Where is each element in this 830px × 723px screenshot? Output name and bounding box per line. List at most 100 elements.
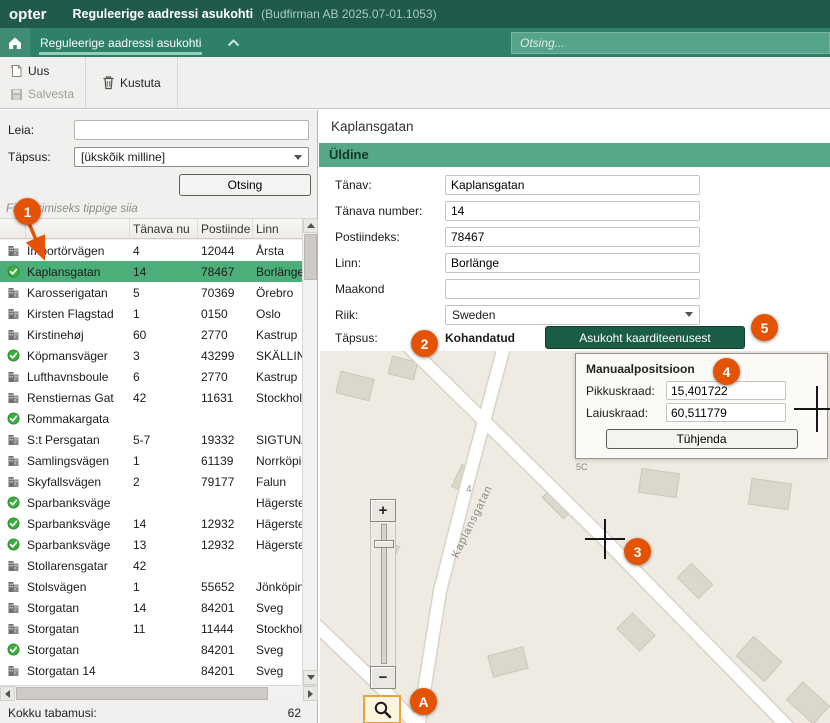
cell-street: Storgatan: [26, 622, 130, 636]
precision-filter-select[interactable]: [ükskõik milline]: [74, 147, 309, 167]
cell-city: Hägerste: [253, 517, 303, 531]
table-row[interactable]: Karosserigatan570369Örebro: [0, 282, 303, 303]
cell-street: Kirstinehøj: [26, 328, 130, 342]
scroll-right-icon: [308, 690, 313, 698]
cell-street: Storgatan: [26, 601, 130, 615]
cell-city: Borlänge: [253, 265, 303, 279]
delete-button[interactable]: Kustuta: [98, 72, 165, 94]
search-button[interactable]: Otsing: [179, 174, 311, 196]
street-input[interactable]: [445, 175, 700, 195]
magnifier-button[interactable]: [363, 695, 401, 723]
cell-street: Sparbanksväge: [26, 496, 130, 510]
scroll-down-icon: [307, 675, 315, 680]
cell-postal-code: 12044: [198, 244, 253, 258]
table-row[interactable]: Sparbanksväge1312932Hägerste: [0, 534, 303, 555]
map-text-fragment: 5C: [576, 462, 588, 472]
scroll-up-button[interactable]: [303, 218, 318, 233]
building-icon: [0, 286, 26, 299]
col-postal-code[interactable]: Postiinde: [198, 219, 253, 238]
horizontal-scrollbar-thumb[interactable]: [16, 687, 268, 700]
clear-button[interactable]: Tühjenda: [606, 429, 798, 449]
zoom-in-button[interactable]: +: [370, 499, 396, 522]
table-row[interactable]: Köpmansväger343299SKÄLLIN: [0, 345, 303, 366]
building-icon: [0, 622, 26, 635]
longitude-row: Pikkuskraad:: [586, 381, 817, 400]
cell-street-number: 14: [130, 601, 198, 615]
plus-icon: +: [379, 502, 388, 519]
annotation-2: 2: [411, 330, 438, 357]
table-row[interactable]: Rommakargata: [0, 408, 303, 429]
county-label: Maakond: [335, 282, 445, 296]
delete-button-label: Kustuta: [120, 76, 161, 90]
toolbar: Uus Salvesta Kustuta: [0, 57, 830, 109]
table-horizontal-scrollbar[interactable]: [0, 685, 318, 700]
city-input[interactable]: [445, 253, 700, 273]
cell-city: Sveg: [253, 643, 303, 657]
cell-postal-code: 78467: [198, 265, 253, 279]
cell-street-number: 14: [130, 517, 198, 531]
country-select[interactable]: Sweden: [445, 305, 700, 325]
latitude-input[interactable]: [666, 403, 786, 422]
table-row[interactable]: S:t Persgatan5-719332SIGTUNA: [0, 429, 303, 450]
titlebar: opter Reguleerige aadressi asukohti (Bud…: [0, 0, 830, 28]
cell-street: Samlingsvägen: [26, 454, 130, 468]
save-button[interactable]: Salvesta: [6, 83, 79, 105]
geocoded-check-icon: [0, 517, 26, 530]
country-value: Sweden: [452, 308, 495, 322]
cell-postal-code: 84201: [198, 601, 253, 615]
cell-postal-code: 19332: [198, 433, 253, 447]
table-row[interactable]: Storgatan84201Sveg: [0, 639, 303, 660]
city-label: Linn:: [335, 256, 445, 270]
table-row[interactable]: Renstiernas Gat4211631Stockhol: [0, 387, 303, 408]
table-row[interactable]: Storgatan 1484201Sveg: [0, 660, 303, 681]
table-row[interactable]: Sparbanksväge1412932Hägerste: [0, 513, 303, 534]
postal-input[interactable]: [445, 227, 700, 247]
table-row[interactable]: Skyfallsvägen279177Falun: [0, 471, 303, 492]
table-row[interactable]: Storgatan1111444Stockhol: [0, 618, 303, 639]
table-row[interactable]: Storgatan1484201Sveg: [0, 597, 303, 618]
field-row-postal: Postiindeks:: [335, 226, 820, 247]
cell-street-number: 2: [130, 475, 198, 489]
building-icon: [0, 307, 26, 320]
zoom-slider[interactable]: [370, 522, 396, 666]
county-input[interactable]: [445, 279, 700, 299]
home-button[interactable]: [0, 28, 30, 57]
scroll-left-button[interactable]: [0, 686, 15, 701]
global-search-input[interactable]: [511, 32, 830, 54]
building-icon: [0, 391, 26, 404]
zoom-control: + −: [370, 499, 396, 689]
cell-street-number: 5-7: [130, 433, 198, 447]
cell-street: Lufthavnsboule: [26, 370, 130, 384]
zoom-out-button[interactable]: −: [370, 666, 396, 689]
zoom-slider-handle[interactable]: [374, 540, 394, 548]
chevron-up-icon[interactable]: [227, 39, 240, 47]
building-icon: [0, 454, 26, 467]
window-subtitle: (Budfirman AB 2025.07-01.1053): [261, 7, 436, 21]
table-row[interactable]: Stollarensgatar42: [0, 555, 303, 576]
cell-city: Örebro: [253, 286, 303, 300]
map-service-button[interactable]: Asukoht kaarditeenusest: [545, 326, 745, 349]
table-row[interactable]: Lufthavnsboule62770Kastrup: [0, 366, 303, 387]
col-street-number[interactable]: Tänava nu: [130, 219, 198, 238]
tab-label: Reguleerige aadressi asukohti: [40, 36, 201, 50]
total-hits-label: Kokku tabamusi:: [8, 706, 97, 720]
vertical-scrollbar-thumb[interactable]: [304, 234, 317, 280]
table-row[interactable]: SparbanksvägeHägerste: [0, 492, 303, 513]
tab-reguleerige-aadressi-asukohti[interactable]: Reguleerige aadressi asukohti: [30, 28, 211, 57]
scroll-down-button[interactable]: [303, 670, 318, 685]
table-row[interactable]: Stolsvägen155652Jönköpin: [0, 576, 303, 597]
new-button[interactable]: Uus: [6, 60, 79, 82]
table-row[interactable]: Kirstinehøj602770Kastrup: [0, 324, 303, 345]
cell-street: Skyfallsvägen: [26, 475, 130, 489]
manual-position-title: Manuaalpositsioon: [586, 362, 827, 376]
table-row[interactable]: Kirsten Flagstad10150Oslo: [0, 303, 303, 324]
table-row[interactable]: Samlingsvägen161139Norrköpi: [0, 450, 303, 471]
scroll-left-icon: [5, 690, 10, 698]
scroll-right-button[interactable]: [303, 686, 318, 701]
find-input[interactable]: [74, 120, 309, 140]
cell-street-number: 42: [130, 559, 198, 573]
street-number-input[interactable]: [445, 201, 700, 221]
col-city[interactable]: Linn: [253, 219, 303, 238]
table-vertical-scrollbar[interactable]: [302, 218, 317, 685]
map[interactable]: Kaplansgatan 4 5C Manuaalpositsioon Pikk…: [320, 351, 830, 723]
